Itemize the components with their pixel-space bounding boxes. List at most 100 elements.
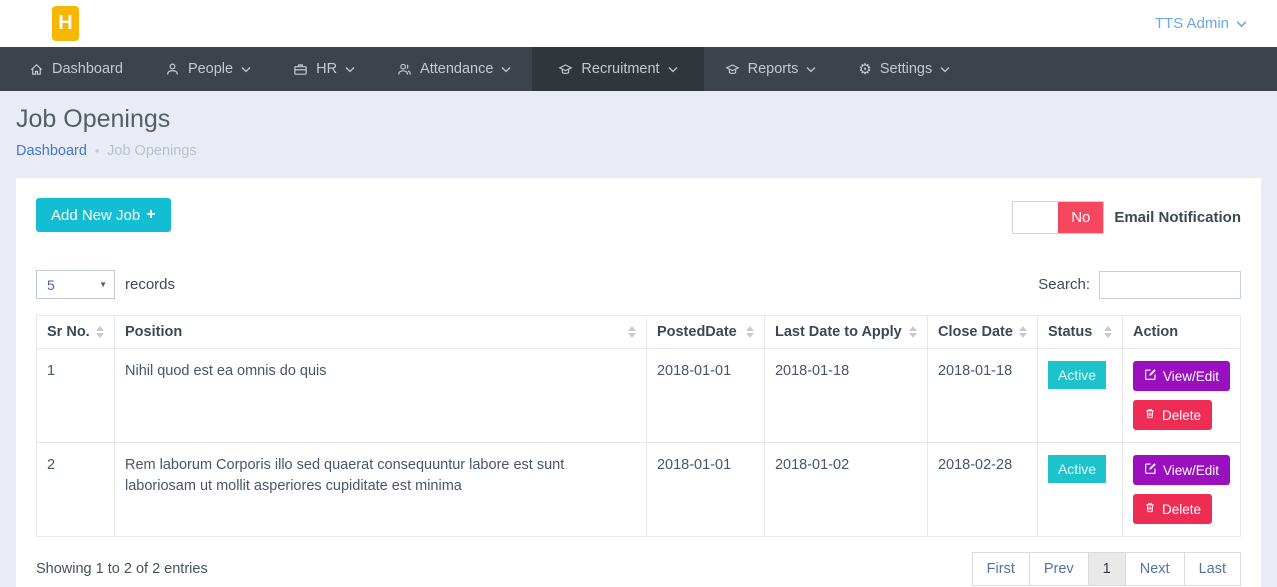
user-group-icon <box>397 62 412 77</box>
breadcrumb-link-dashboard[interactable]: Dashboard <box>16 143 87 159</box>
cell-sr-no: 2 <box>37 443 115 537</box>
nav-item-attendance[interactable]: Attendance <box>376 47 532 91</box>
sort-icon <box>628 326 636 338</box>
column-header-sr-no[interactable]: Sr No. <box>37 316 115 349</box>
view-edit-button[interactable]: View/Edit <box>1133 455 1230 485</box>
cell-status: Active <box>1037 349 1122 443</box>
graduation-cap-icon <box>725 62 740 77</box>
nav-item-recruitment[interactable]: Recruitment <box>532 47 703 91</box>
column-header-posted-date[interactable]: PostedDate <box>646 316 764 349</box>
nav-item-people[interactable]: People <box>144 47 272 91</box>
user-menu[interactable]: TTS Admin <box>1155 15 1247 32</box>
search-label: Search: <box>1038 276 1090 293</box>
pagination-page-1-button[interactable]: 1 <box>1088 552 1126 586</box>
breadcrumb-separator: • <box>95 144 99 158</box>
sort-icon <box>96 326 104 338</box>
toggle-state-label[interactable]: No <box>1058 202 1103 233</box>
nav-label: Reports <box>748 61 799 77</box>
nav-label: People <box>188 61 233 77</box>
plus-icon: + <box>146 206 155 224</box>
topbar: H TTS Admin <box>0 0 1277 47</box>
breadcrumb: Dashboard • Job Openings <box>16 143 1261 159</box>
email-notification-toggle[interactable]: No <box>1012 201 1104 234</box>
table-footer: Showing 1 to 2 of 2 entries First Prev 1… <box>36 552 1241 586</box>
pagination-first-button[interactable]: First <box>972 552 1030 586</box>
user-icon <box>165 62 180 77</box>
records-label: records <box>125 276 175 293</box>
nav-label: Recruitment <box>581 61 659 77</box>
column-header-position[interactable]: Position <box>115 316 647 349</box>
add-new-job-label: Add New Job <box>51 207 140 224</box>
pagination: First Prev 1 Next Last <box>973 552 1241 586</box>
column-header-last-date[interactable]: Last Date to Apply <box>764 316 927 349</box>
nav-label: Settings <box>880 61 932 77</box>
nav-label: HR <box>316 61 337 77</box>
home-icon <box>29 62 44 77</box>
sort-icon <box>909 326 917 338</box>
chevron-down-icon <box>345 66 355 73</box>
records-selected-value: 5 <box>47 277 55 293</box>
records-per-page-select[interactable]: 5 ▼ <box>36 270 115 299</box>
edit-icon <box>1144 368 1157 384</box>
nav-item-hr[interactable]: HR <box>272 47 376 91</box>
user-menu-label: TTS Admin <box>1155 15 1229 32</box>
nav-label: Attendance <box>420 61 493 77</box>
pagination-next-button[interactable]: Next <box>1125 552 1185 586</box>
cell-posted-date: 2018-01-01 <box>646 443 764 537</box>
add-new-job-button[interactable]: Add New Job + <box>36 198 171 232</box>
cell-status: Active <box>1037 443 1122 537</box>
view-edit-button[interactable]: View/Edit <box>1133 361 1230 391</box>
job-openings-table: Sr No. Position PostedDate Last Date to … <box>36 315 1241 537</box>
toolbar-row: Add New Job + No Email Notification <box>36 198 1241 234</box>
gear-icon: ⚙ <box>858 62 871 77</box>
table-row: 1 Nihil quod est ea omnis do quis 2018-0… <box>37 349 1241 443</box>
nav-item-reports[interactable]: Reports <box>704 47 838 91</box>
delete-button[interactable]: Delete <box>1133 400 1212 430</box>
edit-icon <box>1144 462 1157 478</box>
trash-icon <box>1144 501 1156 517</box>
chevron-down-icon <box>668 66 678 73</box>
job-openings-card: Add New Job + No Email Notification 5 ▼ … <box>16 178 1261 587</box>
status-badge: Active <box>1048 455 1106 483</box>
cell-action: View/Edit Delete <box>1122 443 1240 537</box>
cell-close-date: 2018-01-18 <box>927 349 1037 443</box>
chevron-down-icon <box>940 66 950 73</box>
nav-label: Dashboard <box>52 61 123 77</box>
column-header-close-date[interactable]: Close Date <box>927 316 1037 349</box>
app-logo[interactable]: H <box>52 6 79 41</box>
delete-button[interactable]: Delete <box>1133 494 1212 524</box>
chevron-down-icon <box>806 66 816 73</box>
nav-item-settings[interactable]: ⚙ Settings <box>837 47 971 91</box>
toggle-off-half[interactable] <box>1013 202 1058 233</box>
cell-last-date: 2018-01-18 <box>764 349 927 443</box>
chevron-down-icon <box>1236 20 1247 28</box>
status-badge: Active <box>1048 361 1106 389</box>
cell-action: View/Edit Delete <box>1122 349 1240 443</box>
nav-item-dashboard[interactable]: Dashboard <box>8 47 144 91</box>
pagination-prev-button[interactable]: Prev <box>1029 552 1089 586</box>
email-notification-label: Email Notification <box>1114 209 1241 226</box>
table-header-row: Sr No. Position PostedDate Last Date to … <box>37 316 1241 349</box>
sort-icon <box>1019 326 1027 338</box>
pagination-last-button[interactable]: Last <box>1184 552 1241 586</box>
briefcase-icon <box>293 62 308 77</box>
cell-close-date: 2018-02-28 <box>927 443 1037 537</box>
trash-icon <box>1144 407 1156 423</box>
cell-posted-date: 2018-01-01 <box>646 349 764 443</box>
records-per-page: 5 ▼ records <box>36 270 175 299</box>
main-nav: Dashboard People HR Attendance Recruitme… <box>0 47 1277 91</box>
table-row: 2 Rem laborum Corporis illo sed quaerat … <box>37 443 1241 537</box>
cell-position: Rem laborum Corporis illo sed quaerat co… <box>115 443 647 537</box>
column-header-status[interactable]: Status <box>1037 316 1122 349</box>
column-header-action[interactable]: Action <box>1122 316 1240 349</box>
cell-last-date: 2018-01-02 <box>764 443 927 537</box>
chevron-down-icon <box>241 66 251 73</box>
page-header: Job Openings Dashboard • Job Openings <box>0 91 1277 178</box>
breadcrumb-current: Job Openings <box>107 143 196 159</box>
search-control: Search: <box>1038 271 1241 299</box>
sort-icon <box>746 326 754 338</box>
page-title: Job Openings <box>16 105 1261 134</box>
cell-sr-no: 1 <box>37 349 115 443</box>
entries-summary: Showing 1 to 2 of 2 entries <box>36 561 208 577</box>
search-input[interactable] <box>1099 271 1241 299</box>
